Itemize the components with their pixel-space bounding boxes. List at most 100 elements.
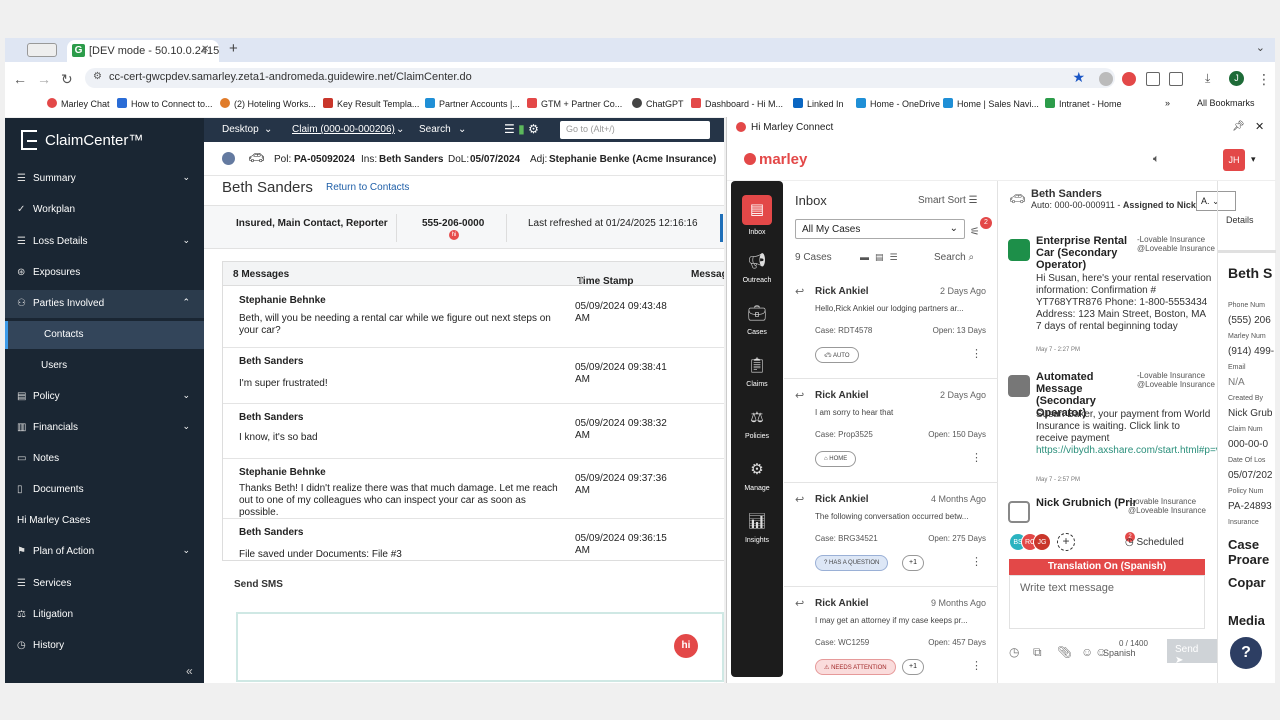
- chevron-down-icon[interactable]: ⌄: [264, 124, 272, 135]
- bookmark-star-icon[interactable]: ★: [1072, 69, 1085, 86]
- chevron-down-icon[interactable]: ▾: [1251, 154, 1256, 165]
- insured-name[interactable]: Beth Sanders: [379, 154, 443, 165]
- table-row[interactable]: Beth Sanders File saved under Documents:…: [223, 519, 724, 560]
- nav-exposures[interactable]: ⊛ Exposures: [5, 259, 204, 287]
- tab-desktop[interactable]: Desktop: [222, 124, 259, 135]
- user-avatar[interactable]: JH: [1223, 149, 1245, 171]
- marley-badge-icon[interactable]: hi: [449, 230, 459, 240]
- nav-plan-of-action[interactable]: ⚑ Plan of Action ⌄: [5, 538, 204, 566]
- bookmark-item[interactable]: GTM + Partner Co...: [527, 98, 622, 109]
- bookmark-icon[interactable]: ▮: [518, 122, 525, 136]
- translation-banner[interactable]: Translation On (Spanish): [1009, 559, 1205, 575]
- pin-icon[interactable]: 📌︎: [1232, 121, 1245, 132]
- rail-claims[interactable]: 📋︎ Claims: [731, 355, 783, 388]
- table-row[interactable]: Beth Sanders I know, it's so bad 05/09/2…: [223, 404, 724, 459]
- case-list-item[interactable]: ↩ Rick Ankiel 2 Days Ago I am sorry to h…: [784, 379, 998, 483]
- bookmark-item[interactable]: How to Connect to...: [117, 98, 213, 109]
- language-select[interactable]: Spanish: [1103, 648, 1136, 658]
- nav-documents[interactable]: ▯ Documents: [5, 476, 204, 504]
- template-icon[interactable]: ⧉: [1033, 645, 1042, 660]
- tab-search[interactable]: Search: [419, 124, 451, 135]
- participant-avatars[interactable]: BS RC JG +: [1009, 533, 1075, 553]
- smart-sort-button[interactable]: Smart Sort ☰: [918, 195, 978, 206]
- nav-contacts[interactable]: Contacts: [5, 321, 204, 349]
- bookmark-item[interactable]: Key Result Templa...: [323, 98, 419, 109]
- bookmark-item[interactable]: ChatGPT: [632, 98, 684, 109]
- nav-notes[interactable]: ▭ Notes: [5, 445, 204, 473]
- tab-close-icon[interactable]: ✕: [201, 44, 209, 55]
- rail-inbox[interactable]: ▤ Inbox: [731, 195, 783, 236]
- rail-manage[interactable]: ⚙ Manage: [731, 459, 783, 492]
- bookmarks-overflow-icon[interactable]: »: [1165, 98, 1170, 108]
- tab-claim[interactable]: Claim (000-00-000206): [292, 124, 395, 135]
- scheduled-messages-button[interactable]: ◷ Scheduled: [1125, 537, 1184, 548]
- nav-services[interactable]: ☰ Services: [5, 570, 204, 598]
- more-options-icon[interactable]: ⋮: [971, 451, 982, 464]
- table-row[interactable]: Stephanie Behnke Thanks Beth! I didn't r…: [223, 459, 724, 519]
- chevron-down-icon[interactable]: ⌄: [458, 124, 466, 135]
- sms-compose-area[interactable]: [236, 612, 724, 682]
- nav-workplan[interactable]: ✓ Workplan: [5, 196, 204, 224]
- view-toggle-icons[interactable]: ▬▤☰: [860, 252, 904, 263]
- speaker-icon[interactable]: 🔈︎: [1153, 153, 1160, 166]
- more-options-icon[interactable]: ⋮: [971, 347, 982, 360]
- forward-icon[interactable]: →: [37, 71, 51, 87]
- new-tab-icon[interactable]: +: [229, 40, 238, 57]
- return-to-contacts-link[interactable]: Return to Contacts: [326, 182, 409, 193]
- tab-list-chevron-icon[interactable]: ⌄: [1256, 41, 1265, 54]
- bookmark-item[interactable]: Home | Sales Navi...: [943, 98, 1039, 109]
- site-info-icon[interactable]: ⚙: [93, 71, 102, 82]
- collapse-sidebar-icon[interactable]: «: [186, 664, 193, 678]
- chevron-down-icon[interactable]: ⌄: [396, 124, 404, 135]
- send-button[interactable]: Send ➤: [1167, 639, 1217, 666]
- hi-marley-button[interactable]: hi: [674, 634, 698, 658]
- nav-litigation[interactable]: ⚖ Litigation: [5, 601, 204, 629]
- all-bookmarks[interactable]: All Bookmarks: [1197, 98, 1255, 108]
- nav-policy[interactable]: ▤ Policy ⌄: [5, 383, 204, 411]
- emoji-icon[interactable]: ☺: [1081, 645, 1093, 659]
- nav-hi-marley-cases[interactable]: Hi Marley Cases: [5, 507, 204, 535]
- bookmark-item[interactable]: Marley Chat: [47, 98, 110, 109]
- attachment-icon[interactable]: 📎︎: [1057, 645, 1072, 659]
- browser-menu-icon[interactable]: ⋮: [1257, 71, 1271, 88]
- filter-sliders-icon[interactable]: ⚟: [970, 225, 980, 238]
- case-list-item[interactable]: ↩ Rick Ankiel 4 Months Ago The following…: [784, 483, 998, 587]
- settings-gear-icon[interactable]: ⚙: [528, 122, 539, 136]
- nav-users[interactable]: Users: [5, 352, 204, 380]
- message-column-header[interactable]: Message: [691, 269, 724, 280]
- adjuster-name[interactable]: Stephanie Benke (Acme Insurance): [549, 154, 716, 165]
- rail-cases[interactable]: 💼︎ Cases: [731, 303, 783, 336]
- menu-icon[interactable]: ☰: [504, 122, 515, 136]
- inbox-search-button[interactable]: Search ⌕: [934, 252, 974, 263]
- profile-avatar[interactable]: J: [1229, 71, 1244, 86]
- more-options-icon[interactable]: ⋮: [971, 555, 982, 568]
- bookmark-item[interactable]: Dashboard - Hi M...: [691, 98, 783, 109]
- extensions-puzzle-icon[interactable]: [1146, 72, 1160, 86]
- schedule-icon[interactable]: ◷: [1009, 645, 1019, 659]
- more-options-icon[interactable]: ⋮: [971, 659, 982, 672]
- case-list-item[interactable]: ↩ Rick Ankiel 9 Months Ago I may get an …: [784, 587, 998, 683]
- bookmark-item[interactable]: Linked In: [793, 98, 844, 109]
- reload-icon[interactable]: ↻: [61, 71, 73, 88]
- marley-extension-icon[interactable]: [1122, 72, 1136, 86]
- tab-search-toggle[interactable]: [27, 43, 57, 57]
- rail-outreach[interactable]: 📢︎ Outreach: [731, 251, 783, 284]
- extension-icon[interactable]: [1099, 72, 1113, 86]
- case-list-item[interactable]: ↩ Rick Ankiel 2 Days Ago Hello,Rick Anki…: [784, 275, 998, 379]
- message-input[interactable]: Write text message: [1009, 575, 1205, 629]
- nav-history[interactable]: ◷ History: [5, 632, 204, 660]
- nav-loss-details[interactable]: ☰ Loss Details ⌄: [5, 228, 204, 256]
- download-icon[interactable]: ⤓: [1205, 71, 1210, 86]
- goto-input[interactable]: Go to (Alt+/): [560, 121, 710, 139]
- browser-tab[interactable]: G [DEV mode - 50.10.0.2415] G: [67, 40, 219, 62]
- rail-insights[interactable]: 📊︎ Insights: [731, 511, 783, 544]
- bookmark-item[interactable]: Partner Accounts |...: [425, 98, 520, 109]
- policy-number[interactable]: PA-05092024: [294, 154, 355, 165]
- bookmark-item[interactable]: Intranet - Home: [1045, 98, 1122, 109]
- add-participant-icon[interactable]: +: [1057, 533, 1075, 551]
- bookmark-item[interactable]: (2) Hoteling Works...: [220, 98, 316, 109]
- nav-parties-involved[interactable]: ⚇ Parties Involved ⌃: [5, 290, 204, 318]
- payment-link[interactable]: https://vibydh.axshare.com/start.html#p=…: [1036, 445, 1217, 456]
- side-panel-icon[interactable]: [1169, 72, 1183, 86]
- close-icon[interactable]: ✕: [1255, 120, 1264, 133]
